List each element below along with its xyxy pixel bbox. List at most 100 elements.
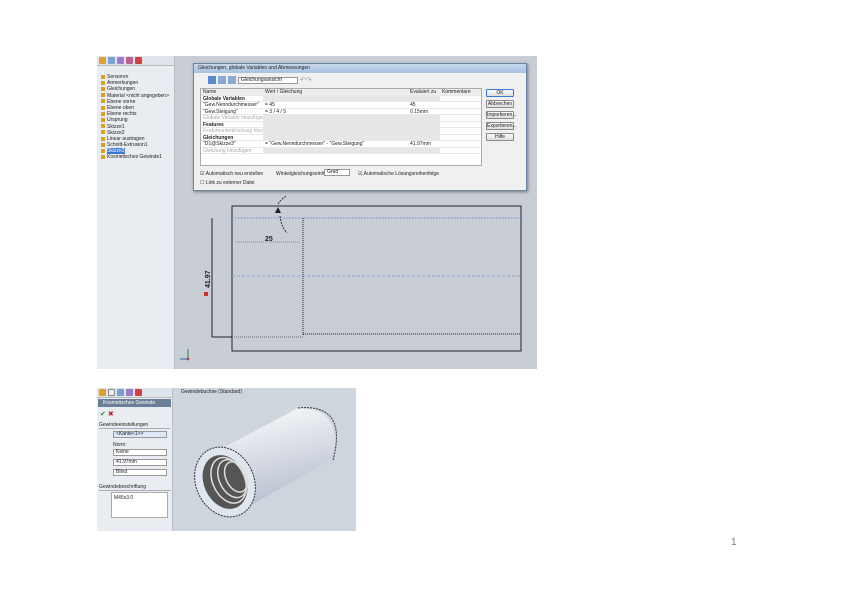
dialog-button-0[interactable]: OK [486, 89, 514, 97]
dialog-title: Gleichungen, globale Variablen und Abmes… [194, 64, 526, 73]
end-condition-select[interactable]: Blind [113, 469, 167, 476]
ok-check-icon[interactable]: ✔ [100, 411, 106, 418]
callout-textbox[interactable]: M45x3.0 [111, 492, 168, 518]
cell-name[interactable]: "D1@Skizze3" [201, 141, 263, 146]
tree-item-label: Ebene vorne [107, 98, 136, 105]
tree-item-label: Ebene rechts [107, 111, 137, 118]
cell-value [263, 134, 408, 140]
cell-comment[interactable] [440, 141, 480, 147]
feature-icon [101, 148, 105, 153]
tree-item-label: Skizze2 [107, 129, 125, 136]
undo-icon[interactable]: ↶↷ [300, 76, 312, 84]
equations-dialog: Gleichungen, globale Variablen und Abmes… [193, 63, 527, 191]
cell-name: Gleichungen [203, 134, 234, 140]
cell-eval[interactable]: 0.15mm [408, 109, 440, 114]
cell-comment[interactable] [440, 122, 480, 128]
cell-value[interactable]: = 3 / 4 / 5 [263, 109, 408, 114]
cell-name: Gleichung hinzufügen [203, 147, 252, 153]
tree-item-label: Skizze3 [107, 148, 125, 155]
cell-name[interactable]: "Gew.Steigung" [201, 109, 263, 114]
cell-value [263, 121, 408, 127]
section-settings: Gewindeeinstellungen [99, 422, 170, 429]
manager-tabs[interactable] [97, 388, 172, 398]
tree-item-label: Sensoren [107, 74, 129, 80]
tree-item-label: Ursprung [107, 117, 128, 124]
cell-eval[interactable]: 41.97mm [408, 141, 440, 146]
cell-value[interactable]: = "Gew.Nenndurchmesser" - "Gew.Steigung" [263, 141, 408, 146]
angle-units-select[interactable]: Grad [324, 169, 350, 176]
cell-name: Featureunterdrückung hinzufügen [203, 128, 263, 134]
feature-icon [101, 99, 105, 104]
column-header: Evaluiert zu [410, 89, 437, 95]
sketch-drawing[interactable]: 25 41.97 [175, 196, 537, 369]
cell-value [263, 128, 408, 134]
tree-item-label: Anmerkungen [107, 80, 139, 87]
cell-value [263, 147, 408, 153]
equations-table: Name Wert / Gleichung Evaluiert zu Kommenta… [200, 88, 482, 166]
property-manager: Kosmetisches Gewinde ✔ ✖ Gewindeeinstell… [97, 388, 173, 531]
table-row[interactable]: Gleichung hinzufügen [201, 147, 481, 154]
thread-model-view[interactable] [173, 388, 356, 531]
cell-comment[interactable] [440, 115, 480, 121]
tree-item-label: Kosmetisches Gewinde1 [107, 154, 163, 161]
cell-name: Globale Variablen [203, 95, 245, 101]
feature-icon [101, 117, 105, 122]
cell-comment[interactable] [440, 128, 480, 134]
dimension-vertical[interactable]: 41.97 [205, 270, 212, 288]
tree-item-label: Linear austragen [107, 135, 145, 142]
standard-select[interactable]: Keine [113, 449, 167, 456]
cell-value [263, 115, 408, 121]
cell-eval [408, 128, 440, 134]
dialog-button-3[interactable]: Exportieren... [486, 122, 517, 130]
column-header: Kommentare [442, 89, 471, 95]
sketch-view-icon[interactable] [218, 76, 226, 84]
dialog-button-1[interactable]: Abbrechen [486, 100, 514, 108]
edge-field[interactable]: <Kante<1>> [113, 431, 167, 438]
tree-item[interactable]: Kosmetisches Gewinde1 [97, 154, 174, 160]
auto-order-checkbox[interactable]: ☑ Automatische Lösungsreihenfolge [358, 171, 439, 177]
cell-eval [408, 115, 440, 121]
cell-comment[interactable] [440, 135, 480, 141]
screenshot-equations-dialog: Sensoren Anmerkungen Gleichungen Material <… [97, 56, 537, 369]
cell-comment[interactable] [440, 148, 480, 154]
feature-icon [101, 142, 105, 147]
manager-tabs[interactable] [97, 56, 174, 66]
feature-icon [101, 130, 105, 135]
column-header: Wert / Gleichung [265, 89, 303, 95]
feature-icon [101, 136, 105, 141]
section-callout: Gewindebeschriftung [99, 484, 171, 491]
view-select[interactable]: Gleichungsansicht [238, 76, 298, 84]
cell-comment[interactable] [440, 102, 480, 108]
cell-comment[interactable] [440, 109, 480, 115]
cell-eval [408, 134, 440, 140]
cell-name: Globale Variable hinzufügen [203, 115, 263, 121]
link-file-checkbox[interactable]: ☐ Link zu externer Datei [200, 180, 255, 186]
cell-name: Features [203, 121, 224, 127]
cell-eval[interactable]: 45 [408, 102, 440, 107]
dimension-horizontal[interactable]: 25 [265, 236, 273, 243]
feature-icon [101, 93, 105, 98]
ordered-view-icon[interactable] [228, 76, 236, 84]
feature-icon [101, 155, 105, 160]
page-number: 1 [731, 537, 737, 548]
cell-comment[interactable] [440, 96, 480, 102]
cell-eval [408, 147, 440, 153]
auto-rebuild-checkbox[interactable]: ☑ Automatisch neu erstellen [200, 171, 263, 177]
diameter-field[interactable]: 41.97mm [113, 459, 167, 466]
tree-item-label: Ebene oben [107, 104, 134, 111]
standard-label: Norm: [113, 442, 127, 448]
tree-item-label: Schnitt-Extrusion1 [107, 142, 148, 149]
cell-name[interactable]: "Gew.Nenndurchmesser" [201, 102, 263, 107]
dialog-button-2[interactable]: Importieren... [486, 111, 516, 119]
cell-value[interactable]: = 45 [263, 102, 408, 107]
cell-eval [408, 121, 440, 127]
feature-icon [101, 111, 105, 116]
tree-item-label: Material <nicht angegeben> [107, 92, 169, 99]
dialog-button-4[interactable]: Hilfe [486, 133, 514, 141]
panel-title: Kosmetisches Gewinde [98, 399, 171, 407]
equation-view-icon[interactable] [208, 76, 216, 84]
column-header: Name [203, 89, 217, 95]
feature-icon [101, 87, 105, 92]
cell-eval [408, 95, 440, 101]
cancel-x-icon[interactable]: ✖ [108, 411, 114, 418]
